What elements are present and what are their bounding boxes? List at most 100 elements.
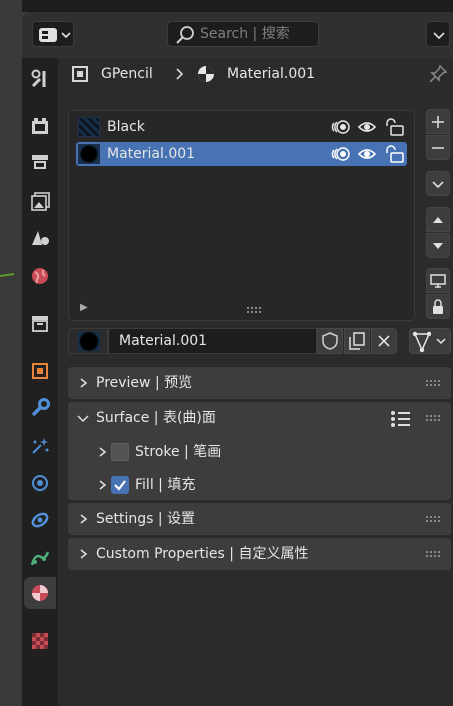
scene-icon bbox=[32, 231, 49, 245]
chevron-right-icon bbox=[99, 447, 107, 457]
move-up-button[interactable] bbox=[426, 207, 450, 232]
chevron-right-icon bbox=[80, 378, 88, 388]
unlock-icon[interactable] bbox=[383, 117, 405, 137]
search-field[interactable]: Search | 搜索 bbox=[167, 21, 319, 47]
grease-pencil-object-icon bbox=[70, 64, 90, 84]
tab-particles[interactable] bbox=[24, 430, 56, 462]
screen-icon bbox=[430, 273, 446, 288]
duplicate-material-button[interactable] bbox=[344, 328, 370, 354]
panel-header-surface[interactable]: Surface | 表(曲)面 bbox=[68, 402, 451, 434]
panel-header-settings[interactable]: Settings | 设置 bbox=[68, 503, 451, 535]
onion-skin-icon[interactable] bbox=[331, 117, 351, 137]
tab-texture[interactable] bbox=[24, 625, 56, 657]
move-down-icon bbox=[433, 242, 443, 249]
render-icon bbox=[32, 118, 48, 134]
eye-icon[interactable] bbox=[357, 117, 377, 137]
view-layer-icon bbox=[31, 192, 50, 211]
tab-scene[interactable] bbox=[24, 222, 56, 254]
modifier-icon bbox=[31, 398, 50, 417]
output-icon bbox=[32, 155, 48, 169]
panel-title: Surface | 表(曲)面 bbox=[96, 410, 216, 426]
fill-label: Fill | 填充 bbox=[135, 477, 196, 493]
tab-object[interactable] bbox=[24, 355, 56, 387]
remove-slot-button[interactable] bbox=[426, 135, 450, 160]
lock-icon bbox=[433, 298, 443, 314]
tab-collection[interactable] bbox=[24, 307, 56, 339]
breadcrumb-separator-icon bbox=[173, 64, 187, 84]
header-collapse-button[interactable] bbox=[426, 21, 450, 47]
tab-output[interactable] bbox=[24, 147, 56, 179]
material-preview-thumbnail bbox=[78, 332, 100, 351]
data-icon bbox=[30, 551, 50, 566]
material-preview-thumbnail bbox=[78, 117, 100, 137]
tab-material[interactable] bbox=[24, 577, 56, 609]
show-in-viewport-button[interactable] bbox=[426, 268, 450, 293]
add-slot-button[interactable] bbox=[426, 109, 450, 134]
lock-button[interactable] bbox=[426, 294, 450, 319]
list-filter-toggle-icon[interactable]: ▶ bbox=[80, 302, 92, 314]
world-icon bbox=[32, 268, 48, 284]
chevron-down-icon bbox=[432, 180, 444, 188]
search-placeholder: Search | 搜索 bbox=[200, 26, 290, 42]
material-preview-thumbnail bbox=[78, 144, 100, 164]
unlock-icon[interactable] bbox=[383, 144, 405, 164]
particles-icon bbox=[32, 438, 49, 454]
tab-modifiers[interactable] bbox=[24, 392, 56, 424]
tab-constraints[interactable] bbox=[24, 504, 56, 536]
move-down-button[interactable] bbox=[426, 233, 450, 258]
fill-checkbox[interactable] bbox=[111, 476, 129, 494]
panel-preview: Preview | 预览 bbox=[68, 367, 451, 399]
breadcrumb-material: Material.001 bbox=[227, 66, 316, 82]
physics-icon bbox=[32, 475, 48, 491]
subpanel-fill[interactable]: Fill | 填充 bbox=[97, 470, 397, 500]
tab-view-layer[interactable] bbox=[24, 185, 56, 217]
stroke-label: Stroke | 笔画 bbox=[135, 444, 222, 460]
chevron-down-icon bbox=[77, 415, 89, 423]
editor-type-button[interactable] bbox=[32, 21, 74, 47]
slot-specials-button[interactable] bbox=[426, 171, 450, 196]
tab-tool[interactable] bbox=[24, 63, 56, 95]
material-icon bbox=[197, 65, 215, 83]
panel-header-custom-properties[interactable]: Custom Properties | 自定义属性 bbox=[68, 538, 451, 570]
editor-type-icon bbox=[39, 28, 71, 42]
tab-physics[interactable] bbox=[24, 467, 56, 499]
slot-name: Material.001 bbox=[107, 146, 196, 162]
unlink-material-button[interactable] bbox=[371, 328, 397, 354]
remove-icon bbox=[432, 146, 444, 149]
window-top-bar bbox=[22, 0, 453, 12]
list-item-material-001[interactable]: Material.001 bbox=[76, 142, 407, 166]
move-up-icon bbox=[433, 216, 443, 223]
drag-grip-icon[interactable] bbox=[426, 516, 440, 522]
slot-name: Black bbox=[107, 119, 145, 135]
list-icon[interactable] bbox=[390, 410, 412, 428]
list-item-black[interactable]: Black bbox=[76, 115, 407, 139]
vertex-mode-icon bbox=[412, 331, 446, 353]
subpanel-stroke[interactable]: Stroke | 笔画 bbox=[97, 437, 397, 467]
duplicate-icon bbox=[349, 332, 365, 350]
viewport-grid-line bbox=[0, 273, 15, 277]
panel-title: Custom Properties | 自定义属性 bbox=[96, 546, 309, 562]
pin-icon[interactable] bbox=[428, 64, 448, 84]
material-name-field[interactable]: Material.001 bbox=[108, 328, 317, 354]
tab-world[interactable] bbox=[24, 260, 56, 292]
breadcrumb-object: GPencil bbox=[101, 66, 153, 82]
chevron-right-icon bbox=[80, 514, 88, 524]
onion-skin-icon[interactable] bbox=[331, 144, 351, 164]
panel-header-preview[interactable]: Preview | 预览 bbox=[68, 367, 451, 399]
tab-data[interactable] bbox=[24, 542, 56, 574]
material-browse-button[interactable] bbox=[68, 328, 108, 354]
panel-title: Settings | 设置 bbox=[96, 511, 196, 527]
tab-render[interactable] bbox=[24, 110, 56, 142]
tool-icon bbox=[31, 69, 46, 88]
fake-user-button[interactable] bbox=[317, 328, 343, 354]
list-resize-grip-icon[interactable] bbox=[246, 302, 262, 313]
eye-icon[interactable] bbox=[357, 144, 377, 164]
collection-icon bbox=[32, 316, 48, 332]
drag-grip-icon[interactable] bbox=[426, 551, 440, 557]
drag-grip-icon[interactable] bbox=[426, 415, 440, 421]
close-icon bbox=[378, 335, 390, 347]
drag-grip-icon[interactable] bbox=[426, 380, 440, 386]
stroke-checkbox[interactable] bbox=[111, 443, 129, 461]
material-mode-dropdown[interactable] bbox=[409, 328, 451, 354]
panel-custom-properties: Custom Properties | 自定义属性 bbox=[68, 538, 451, 570]
